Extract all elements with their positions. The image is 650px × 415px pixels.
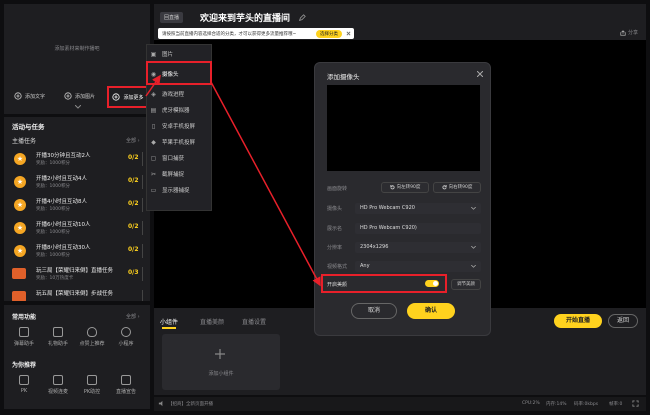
annotation-arrows [145,74,321,287]
arrow-to-menu [145,74,161,97]
arrow-to-dialog [210,81,321,287]
